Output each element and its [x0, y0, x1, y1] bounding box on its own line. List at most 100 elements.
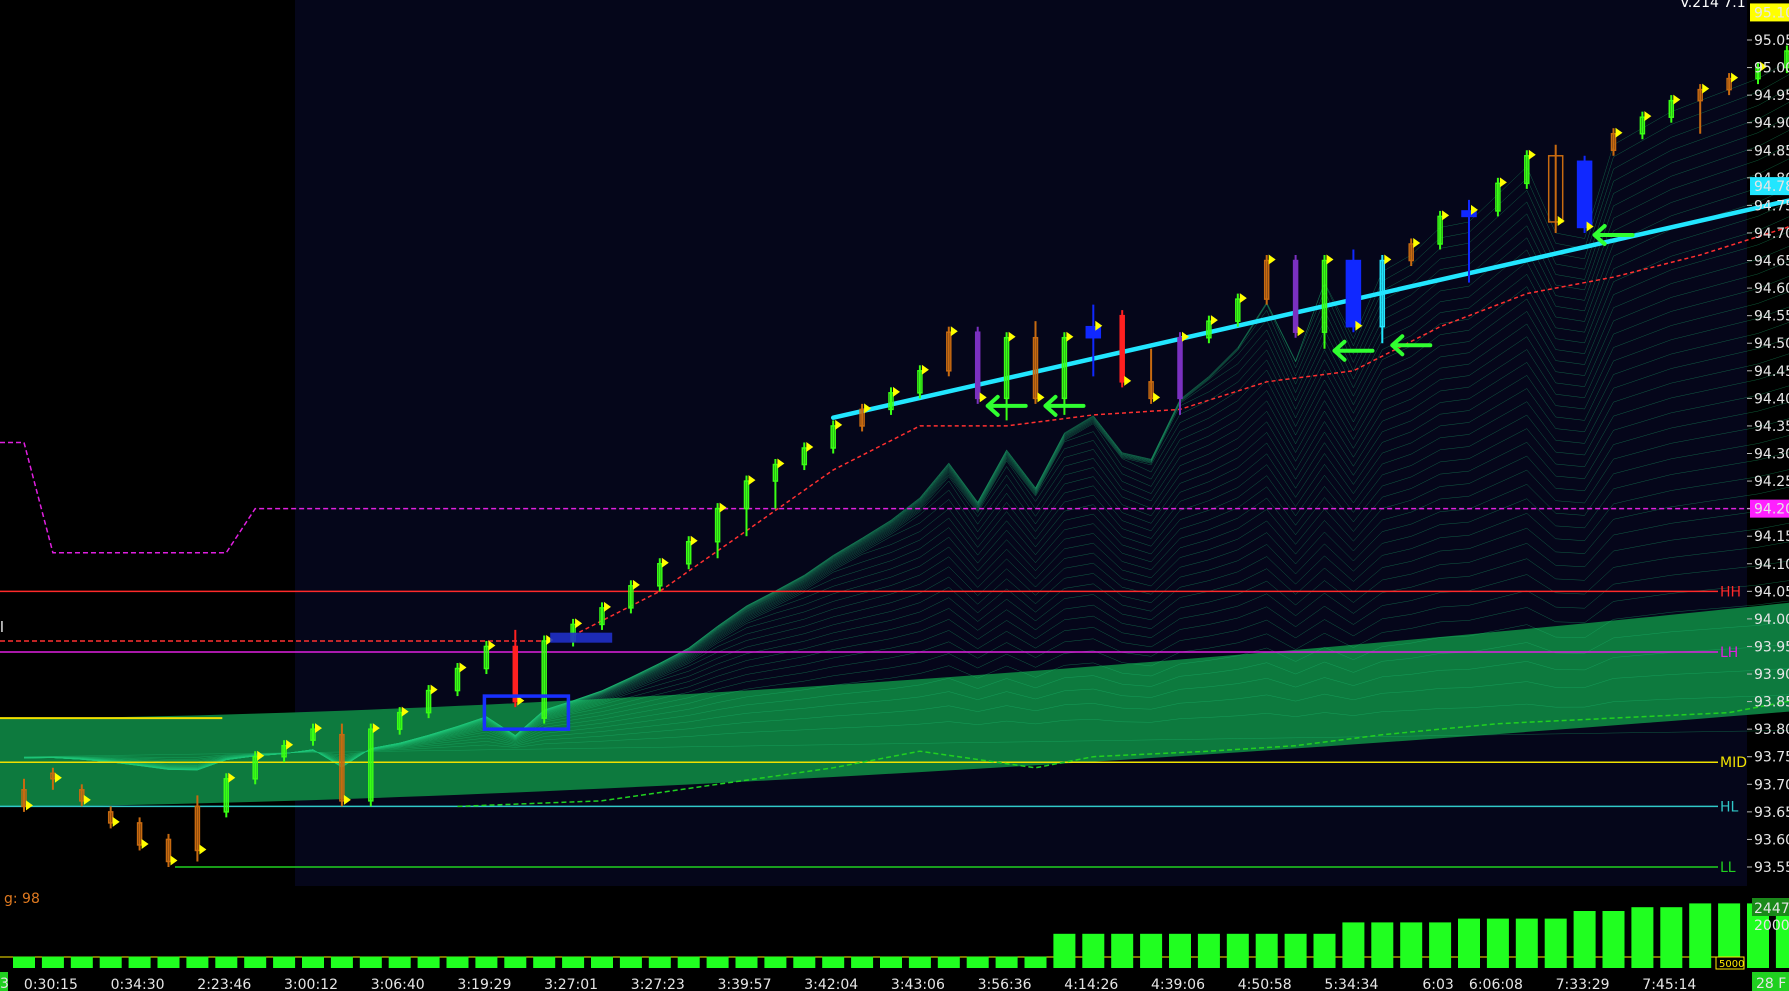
- candle-body: [1292, 259, 1299, 333]
- y-tick-label: 94.75: [1754, 198, 1789, 214]
- price-box-label: 94.78: [1754, 179, 1789, 195]
- volume-bar: [215, 956, 238, 968]
- volume-bar: [1458, 918, 1480, 968]
- volume-bar: [966, 956, 989, 968]
- x-tick-label: 5:34:34: [1324, 977, 1378, 991]
- y-tick-label: 94.55: [1754, 309, 1789, 325]
- y-tick-label: 94.40: [1754, 391, 1789, 407]
- x-tick-label: 4:14:26: [1064, 977, 1118, 991]
- volume-bar: [1515, 918, 1538, 968]
- x-tick-label: 3:19:29: [457, 977, 511, 991]
- y-tick-label: 93.90: [1754, 667, 1789, 683]
- volume-bar: [591, 956, 613, 968]
- volume-bar: [1342, 922, 1365, 968]
- x-tick-label: 6:03: [1422, 977, 1453, 991]
- volume-bar: [186, 956, 209, 968]
- top-right-label: V.214 7.1: [1680, 0, 1746, 11]
- level-label-ll: LL: [1720, 860, 1736, 876]
- volume-bar: [1313, 933, 1336, 968]
- volume-bar: [302, 956, 324, 968]
- volume-bar: [388, 956, 411, 968]
- x-tick-label: 0:34:30: [111, 977, 165, 991]
- y-tick-label: 94.90: [1754, 116, 1789, 132]
- volume-scale-label: 5000: [1719, 959, 1744, 970]
- x-tick-label: 3:56:36: [978, 977, 1032, 991]
- level-label-lh: LH: [1720, 645, 1738, 661]
- y-tick-label: 94.50: [1754, 336, 1789, 352]
- volume-bar: [41, 956, 64, 968]
- volume-bar: [1226, 933, 1249, 968]
- volume-bar: [908, 956, 931, 968]
- y-tick-label: 94.15: [1754, 529, 1789, 545]
- y-tick-label: 94.10: [1754, 557, 1789, 573]
- volume-bar: [1429, 922, 1452, 968]
- y-tick-label: 94.30: [1754, 447, 1789, 463]
- volume-bar: [937, 956, 960, 968]
- indicator-label: g: 98: [4, 891, 40, 907]
- level-label-hh: HH: [1720, 584, 1741, 600]
- y-tick-label: 95.05: [1754, 33, 1789, 49]
- volume-bar: [128, 956, 151, 968]
- price-box-label: 95.10: [1754, 5, 1789, 21]
- level-label-hl: HL: [1720, 799, 1739, 815]
- volume-bar: [1631, 907, 1654, 968]
- y-tick-label: 94.65: [1754, 254, 1789, 270]
- volume-bar: [504, 956, 527, 968]
- volume-bar: [1140, 933, 1163, 968]
- volume-bar: [13, 956, 35, 968]
- x-tick-label: 4:39:06: [1151, 977, 1205, 991]
- x-tick-label: 2:23:46: [197, 977, 251, 991]
- volume-bar: [1284, 933, 1307, 968]
- y-tick-label: 94.70: [1754, 226, 1789, 242]
- y-tick-label: 93.70: [1754, 777, 1789, 793]
- x-tick-label: 4:50:58: [1238, 977, 1292, 991]
- volume-bar: [793, 956, 816, 968]
- price-box-label: 94.20: [1754, 502, 1789, 518]
- volume-bar: [70, 956, 93, 968]
- volume-top-label: 2447: [1754, 901, 1789, 917]
- volume-bar: [851, 956, 874, 968]
- x-tick-label: 7:33:29: [1556, 977, 1610, 991]
- blue-zone: [550, 632, 613, 643]
- y-tick-label: 94.25: [1754, 474, 1789, 490]
- y-tick-label: 94.95: [1754, 88, 1789, 104]
- volume-bar: [1053, 933, 1076, 968]
- candle-body: [1576, 160, 1593, 229]
- chart-window: HH LH MID HL LL 95.05 95.00 94.95 94.90 94.85 94.…: [0, 0, 1789, 991]
- y-tick-label: 94.60: [1754, 281, 1789, 297]
- y-tick-label: 93.65: [1754, 805, 1789, 821]
- volume-bar: [735, 956, 758, 968]
- x-tick-label: 3:43:06: [891, 977, 945, 991]
- volume-bar: [244, 956, 267, 968]
- x-tick-label: 3:27:01: [544, 977, 598, 991]
- y-tick-label: 94.00: [1754, 612, 1789, 628]
- volume-bar: [1082, 933, 1105, 968]
- volume-bar: [1660, 907, 1683, 968]
- volume-bar: [706, 956, 729, 968]
- y-tick-label: 93.85: [1754, 695, 1789, 711]
- volume-bar: [417, 956, 440, 968]
- candle-body: [1119, 314, 1125, 383]
- y-tick-label: 93.80: [1754, 722, 1789, 738]
- volume-bar: [273, 956, 296, 968]
- volume-bar: [1111, 933, 1134, 968]
- x-tick-label: 3:27:23: [631, 977, 685, 991]
- y-tick-label: 94.85: [1754, 143, 1789, 159]
- candle-body: [512, 645, 519, 703]
- volume-bar: [1689, 903, 1712, 968]
- price-chart[interactable]: HH LH MID HL LL 95.05 95.00 94.95 94.90 94.85 94.…: [0, 0, 1789, 991]
- volume-bar: [1255, 933, 1278, 968]
- volume-bar: [1573, 911, 1596, 968]
- x-tick-label: 0:30:15: [24, 977, 78, 991]
- volume-bar: [99, 956, 122, 968]
- time-axis[interactable]: 0:30:15 0:34:30 2:23:46 3:00:12 3:06:40 3:19:…: [0, 971, 1789, 991]
- volume-bar: [1400, 922, 1423, 968]
- volume-bar: [764, 956, 787, 968]
- y-tick-label: 94.35: [1754, 419, 1789, 435]
- y-tick-label: 93.55: [1754, 860, 1789, 876]
- volume-bar: [1371, 922, 1394, 968]
- volume-bar: [359, 956, 382, 968]
- y-tick-label: 93.60: [1754, 832, 1789, 848]
- volume-bar: [648, 956, 671, 968]
- left-cut-label: l: [0, 620, 4, 636]
